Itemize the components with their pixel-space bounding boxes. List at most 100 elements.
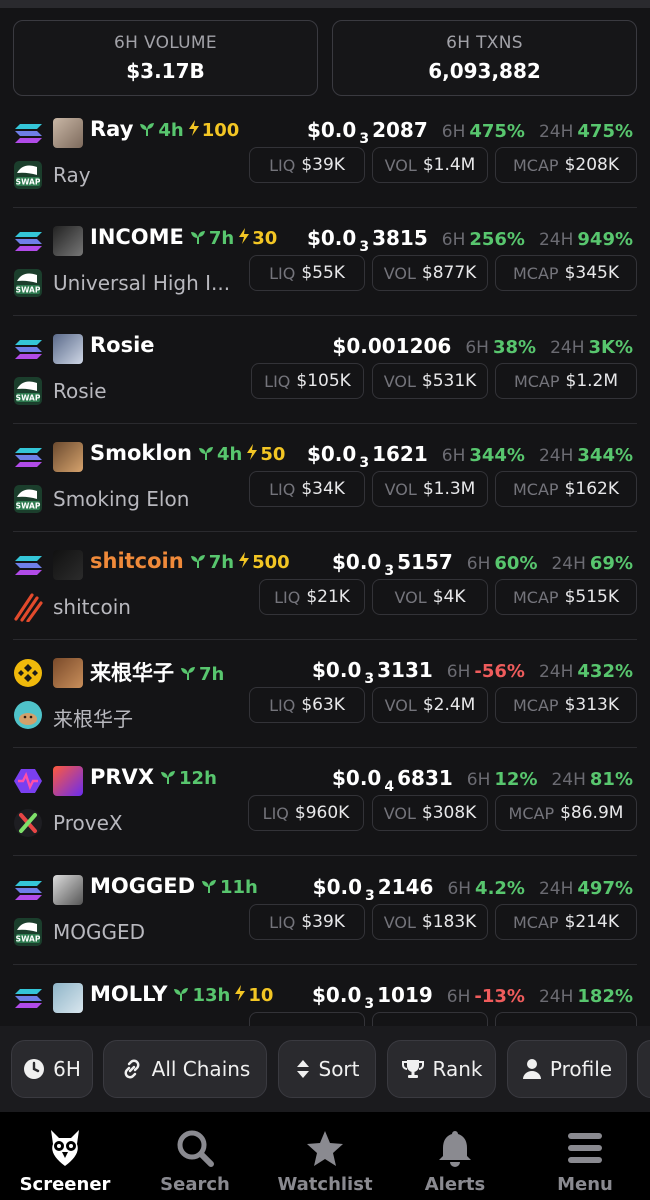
token-symbol: shitcoin 7h 500	[90, 549, 290, 573]
change-6h: 38%	[492, 337, 537, 358]
clock-icon	[24, 1059, 45, 1079]
sort-button[interactable]: Sort	[278, 1040, 376, 1098]
token-list[interactable]: SWAP Ray 4h 100 Ray $0.0 3 2087 6H 475% 24H 475% LIQ…	[0, 100, 650, 1026]
token-avatar	[53, 550, 83, 580]
change-24h: 81%	[589, 769, 633, 790]
change-24h: 949%	[577, 229, 633, 250]
token-boost: 10	[234, 985, 273, 1006]
token-fullname: 来根华子	[53, 707, 133, 731]
token-price: $0.0 3 5157	[332, 550, 453, 579]
token-row[interactable]: PRVX 12h ProveX $0.0 4 6831 6H 12% 24H 81% LIQ $960…	[13, 748, 637, 856]
change-6h-label: 6H	[446, 662, 471, 682]
txns-value: 6,093,882	[428, 59, 541, 83]
token-age: 7h	[190, 228, 234, 249]
sprout-icon	[161, 771, 176, 784]
token-boost: 100	[188, 120, 239, 141]
market-cap-pill: MCAP $515K	[495, 579, 637, 615]
bolt-icon	[239, 552, 250, 568]
raydium-swap-dex-icon: SWAP	[13, 268, 43, 298]
token-avatar	[53, 442, 83, 472]
txns-stat: 6H TXNS 6,093,882	[332, 20, 637, 96]
change-6h: 60%	[494, 553, 538, 574]
token-row[interactable]: SWAP Rosie Rosie $0.001206 6H 38% 24H 3K% LIQ $10…	[13, 316, 637, 424]
token-row[interactable]: 来根华子 7h 来根华子 $0.0 3 3131 6H -56% 24H 432% LIQ $63K V…	[13, 640, 637, 748]
token-fullname: Smoking Elon	[53, 487, 190, 511]
timeframe-button[interactable]: 6H	[11, 1040, 93, 1098]
token-row[interactable]: shitcoin 7h 500 shitcoin $0.0 3 5157 6H 60% 24H 69…	[13, 532, 637, 640]
token-symbol: INCOME 7h 30	[90, 225, 277, 249]
token-boost: 500	[238, 552, 290, 573]
token-row[interactable]: SWAPMOLLY13h10$0.0310196H-13%24H182%	[13, 965, 637, 1026]
sort-icon	[296, 1060, 309, 1078]
token-age: 4h	[198, 444, 242, 465]
tab-screener[interactable]: Screener	[0, 1112, 130, 1200]
tab-menu[interactable]: Menu	[520, 1112, 650, 1200]
token-avatar	[53, 766, 83, 796]
solana-chain-icon	[13, 226, 43, 256]
token-fullname: MOGGED	[53, 920, 146, 944]
change-6h-label: 6H	[465, 338, 489, 358]
volume-pill: VOL $308K	[372, 795, 488, 831]
sprout-icon	[198, 447, 213, 460]
volume-pill	[372, 1012, 488, 1026]
bolt-icon	[239, 228, 250, 244]
token-row[interactable]: SWAP Smoklon 4h 50 Smoking Elon $0.0 3 1621 6H 34…	[13, 424, 637, 532]
change-6h: -13%	[474, 986, 525, 1007]
tab-alerts-label: Alerts	[424, 1174, 486, 1195]
change-24h-label: 24H	[538, 662, 574, 682]
token-avatar	[53, 983, 83, 1013]
token-boost: 30	[238, 228, 277, 249]
change-24h: 497%	[577, 878, 633, 899]
volume-pill: VOL $183K	[372, 904, 488, 940]
bolt-icon	[247, 444, 258, 460]
liquidity-pill: LIQ $39K	[249, 147, 365, 183]
svg-text:SWAP: SWAP	[16, 286, 41, 295]
token-symbol-text: INCOME	[90, 225, 184, 249]
tab-alerts[interactable]: Alerts	[390, 1112, 520, 1200]
token-row[interactable]: SWAP INCOME 7h 30 Universal High I... $0.0 3 38…	[13, 208, 637, 316]
more-filters-button[interactable]	[637, 1040, 650, 1098]
profile-button[interactable]: Profile	[507, 1040, 627, 1098]
token-avatar	[53, 334, 83, 364]
token-avatar	[53, 875, 83, 905]
token-symbol: PRVX 12h	[90, 765, 217, 789]
txns-label: 6H TXNS	[446, 33, 523, 53]
change-6h-label: 6H	[441, 122, 466, 142]
market-cap-pill: MCAP $214K	[495, 904, 637, 940]
pump-stripes-dex-icon	[13, 592, 43, 623]
volume-stat: 6H VOLUME $3.17B	[13, 20, 318, 96]
rank-button[interactable]: Rank	[387, 1040, 496, 1098]
change-6h: 475%	[469, 121, 525, 142]
token-symbol-text: shitcoin	[90, 549, 184, 573]
token-price: $0.0 3 1621	[306, 442, 428, 471]
price-line: $0.001206 6H 38% 24H 3K%	[332, 334, 633, 358]
timeframe-label: 6H	[53, 1057, 81, 1081]
token-symbol-text: Smoklon	[90, 441, 192, 465]
token-row[interactable]: SWAP Ray 4h 100 Ray $0.0 3 2087 6H 475% 24H 475% LIQ…	[13, 100, 637, 208]
market-cap-pill: MCAP $162K	[495, 471, 637, 507]
tab-watchlist[interactable]: Watchlist	[260, 1112, 390, 1200]
change-24h-label: 24H	[551, 554, 586, 574]
price-line: $0.0 3 3815 6H 256% 24H 949%	[307, 226, 633, 255]
sprout-icon	[190, 555, 205, 568]
tab-search-label: Search	[160, 1174, 230, 1195]
price-line: $0.0 3 1019 6H -13% 24H 182%	[312, 983, 633, 1012]
sprout-icon	[174, 988, 189, 1001]
token-fullname: Ray	[53, 163, 91, 187]
market-cap-pill: MCAP $1.2M	[495, 363, 637, 399]
token-avatar	[53, 226, 83, 256]
change-24h-label: 24H	[538, 230, 574, 250]
stats-bar: 6H VOLUME $3.17B 6H TXNS 6,093,882	[13, 20, 637, 96]
tab-search[interactable]: Search	[130, 1112, 260, 1200]
raydium-swap-dex-icon: SWAP	[13, 484, 43, 514]
token-row[interactable]: SWAP MOGGED 11h MOGGED $0.0 3 2146 6H 4.2% 24H 497…	[13, 857, 637, 965]
price-line: $0.0 3 5157 6H 60% 24H 69%	[332, 550, 633, 579]
change-24h: 475%	[577, 121, 633, 142]
solana-chain-icon	[13, 334, 43, 364]
change-6h-label: 6H	[466, 554, 491, 574]
trophy-icon	[401, 1060, 424, 1078]
price-line: $0.0 3 1621 6H 344% 24H 344%	[306, 442, 633, 471]
all-chains-button[interactable]: All Chains	[103, 1040, 267, 1098]
liquidity-pill: LIQ $34K	[249, 471, 365, 507]
profile-label: Profile	[549, 1057, 613, 1081]
